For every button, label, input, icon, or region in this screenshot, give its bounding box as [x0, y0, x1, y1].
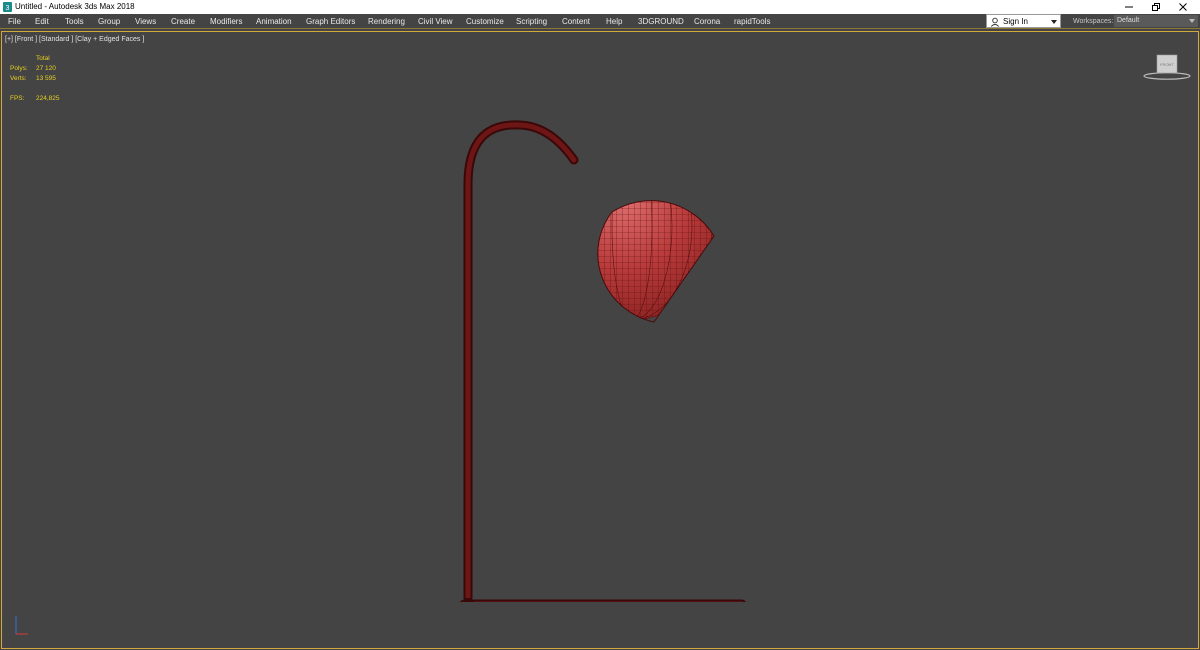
stats-polys-value: 27 120 — [36, 65, 56, 72]
menu-help[interactable]: Help — [606, 16, 622, 27]
title-bar: 3 Untitled - Autodesk 3ds Max 2018 — [0, 0, 1200, 14]
menu-group[interactable]: Group — [98, 16, 120, 27]
close-icon — [1179, 3, 1187, 11]
axis-tripod — [15, 616, 28, 635]
sign-in-label: Sign In — [1003, 17, 1028, 26]
menu-rapidtools[interactable]: rapidTools — [734, 16, 770, 27]
minimize-button[interactable] — [1116, 0, 1142, 14]
menu-content[interactable]: Content — [562, 16, 590, 27]
window-title: Untitled - Autodesk 3ds Max 2018 — [15, 2, 135, 11]
menu-edit[interactable]: Edit — [35, 16, 49, 27]
restore-button[interactable] — [1143, 0, 1169, 14]
stats-fps-label: FPS: — [10, 95, 25, 102]
stats-total-label: Total — [36, 55, 50, 62]
stats-verts-value: 13 595 — [36, 75, 56, 82]
3ds-max-icon: 3 — [3, 2, 12, 12]
workspace-value: Default — [1117, 17, 1140, 24]
sign-in-dropdown[interactable]: Sign In — [986, 14, 1061, 28]
stats-fps-value: 224,825 — [36, 95, 60, 102]
menu-rendering[interactable]: Rendering — [368, 16, 405, 27]
menu-file[interactable]: File — [8, 16, 21, 27]
viewcube-face-label: FRONT — [1160, 62, 1174, 67]
menu-animation[interactable]: Animation — [256, 16, 292, 27]
svg-text:3: 3 — [6, 5, 10, 12]
workspaces-label: Workspaces: — [1073, 18, 1114, 25]
minimize-icon — [1125, 6, 1133, 8]
menu-modifiers[interactable]: Modifiers — [210, 16, 242, 27]
chevron-down-icon — [1051, 20, 1057, 24]
restore-icon — [1152, 3, 1160, 11]
front-viewport[interactable]: [+] [Front ] [Standard ] [Clay + Edged F… — [1, 31, 1199, 649]
viewport-label[interactable]: [+] [Front ] [Standard ] [Clay + Edged F… — [5, 35, 144, 44]
workspaces-select[interactable]: Default — [1114, 15, 1198, 27]
menu-scripting[interactable]: Scripting — [516, 16, 547, 27]
user-icon — [990, 17, 1000, 27]
menu-civil-view[interactable]: Civil View — [418, 16, 453, 27]
stats-verts-label: Verts: — [10, 75, 27, 82]
viewcube[interactable]: FRONT — [1142, 53, 1192, 83]
menu-create[interactable]: Create — [171, 16, 195, 27]
menu-corona[interactable]: Corona — [694, 16, 720, 27]
close-button[interactable] — [1170, 0, 1196, 14]
stats-polys-label: Polys: — [10, 65, 28, 72]
menu-tools[interactable]: Tools — [65, 16, 84, 27]
menu-views[interactable]: Views — [135, 16, 156, 27]
desk-lamp-model[interactable] — [442, 82, 762, 602]
menu-graph-editors[interactable]: Graph Editors — [306, 16, 355, 27]
menu-customize[interactable]: Customize — [466, 16, 504, 27]
menu-3dground[interactable]: 3DGROUND — [638, 16, 684, 27]
chevron-down-icon — [1189, 19, 1195, 23]
